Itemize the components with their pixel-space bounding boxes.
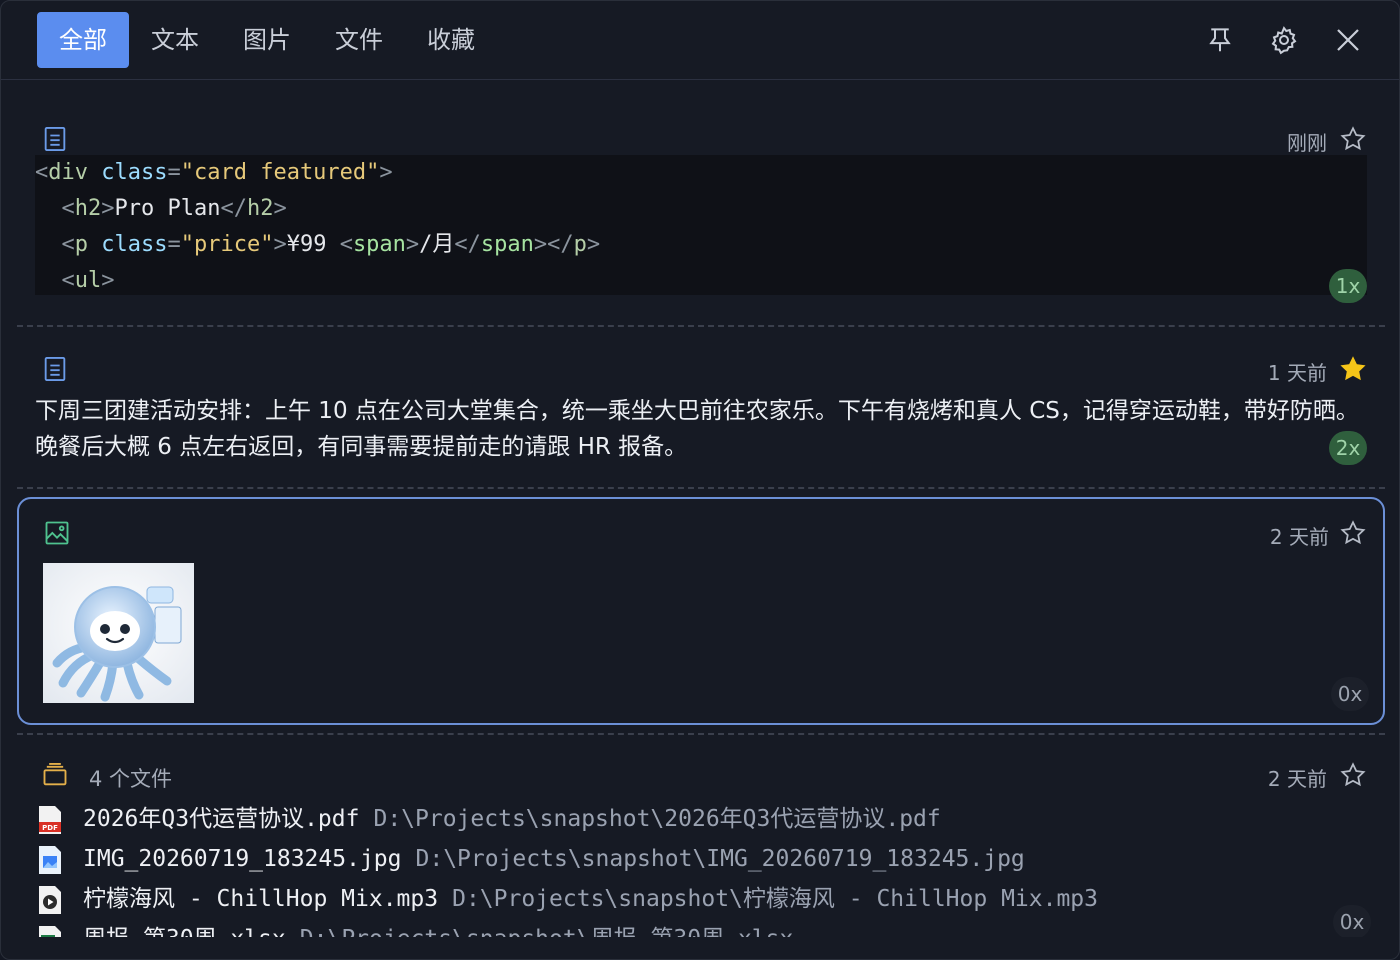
pin-icon [1209, 28, 1231, 52]
star-icon[interactable] [1339, 761, 1367, 789]
star-filled-icon[interactable] [1339, 355, 1367, 383]
code-preview: <div class="card featured"> <h2>Pro Plan… [35, 155, 1367, 295]
file-path: D:\Projects\snapshot\周报_第30周.xlsx [300, 926, 794, 937]
image-thumbnail[interactable] [43, 563, 194, 703]
clipboard-window: 全部 文本 图片 文件 收藏 刚刚 <div class="card featu… [0, 0, 1400, 960]
excel-file-icon [39, 925, 61, 937]
divider [17, 487, 1385, 489]
divider [17, 325, 1385, 327]
close-button[interactable] [1329, 21, 1367, 59]
file-row[interactable]: IMG_20260719_183245.jpg D:\Projects\snaps… [37, 839, 1025, 879]
gear-icon [1271, 26, 1297, 55]
tab-images[interactable]: 图片 [229, 12, 305, 68]
clip-item-files[interactable]: 4 个文件 2 天前 PDF 2026年Q3代运营协议.pdf D:\Projec… [17, 757, 1385, 937]
file-row[interactable]: PDF 2026年Q3代运营协议.pdf D:\Projects\snapshot… [37, 799, 941, 839]
star-icon[interactable] [1339, 519, 1367, 547]
clip-item-code[interactable]: 刚刚 <div class="card featured"> <h2>Pro P… [17, 111, 1385, 311]
folder-stack-icon [43, 762, 67, 786]
divider [17, 733, 1385, 735]
code-line: <h2>Pro Plan</h2> [61, 196, 287, 221]
tab-files[interactable]: 文件 [321, 12, 397, 68]
timestamp: 2 天前 [1267, 767, 1327, 791]
timestamp: 刚刚 [1287, 131, 1327, 155]
file-name: 2026年Q3代运营协议.pdf [83, 806, 360, 832]
timestamp: 1 天前 [1267, 361, 1327, 385]
files-count-label: 4 个文件 [89, 767, 173, 791]
file-path: D:\Projects\snapshot\柠檬海风 - ChillHop Mix… [452, 886, 1098, 912]
copy-count-badge: 0x [1331, 677, 1369, 711]
document-icon [44, 356, 66, 382]
audio-file-icon [39, 885, 61, 914]
file-name: 柠檬海风 - ChillHop Mix.mp3 [83, 886, 439, 912]
file-path: D:\Projects\snapshot\2026年Q3代运营协议.pdf [373, 806, 941, 832]
pdf-file-icon: PDF [39, 805, 61, 834]
code-line: <p class="price">¥99 <span>/月</span></p> [61, 232, 601, 257]
clip-item-image[interactable]: 2 天前 0x [17, 497, 1385, 725]
tab-all[interactable]: 全部 [37, 12, 129, 68]
timestamp: 2 天前 [1269, 525, 1329, 549]
file-path: D:\Projects\snapshot\IMG_20260719_183245… [415, 846, 1025, 872]
file-row[interactable]: 柠檬海风 - ChillHop Mix.mp3 D:\Projects\snaps… [37, 879, 1098, 919]
copy-count-badge: 1x [1329, 269, 1367, 303]
file-name: IMG_20260719_183245.jpg [83, 846, 402, 872]
file-row[interactable]: 周报_第30周.xlsx D:\Projects\snapshot\周报_第30周… [37, 919, 793, 937]
tab-text[interactable]: 文本 [137, 12, 213, 68]
file-name: 周报_第30周.xlsx [83, 926, 286, 937]
octopus-mascot-image [43, 563, 194, 703]
document-icon [44, 126, 66, 152]
code-line: <div class="card featured"> [35, 160, 393, 185]
top-bar: 全部 文本 图片 文件 收藏 [1, 1, 1399, 80]
image-file-icon [39, 845, 61, 874]
svg-text:PDF: PDF [42, 824, 58, 832]
copy-count-badge: 2x [1329, 431, 1367, 465]
tab-favorites[interactable]: 收藏 [413, 12, 489, 68]
text-preview: 下周三团建活动安排：上午 10 点在公司大堂集合，统一乘坐大巴前往农家乐。下午有… [35, 398, 1359, 460]
settings-button[interactable] [1265, 21, 1303, 59]
image-icon [45, 521, 69, 545]
clip-item-text[interactable]: 1 天前 下周三团建活动安排：上午 10 点在公司大堂集合，统一乘坐大巴前往农家… [17, 341, 1385, 481]
code-line: <ul> [61, 268, 115, 293]
close-icon [1337, 29, 1359, 51]
copy-count-badge: 0x [1333, 905, 1371, 937]
pin-button[interactable] [1201, 21, 1239, 59]
star-icon[interactable] [1339, 125, 1367, 153]
